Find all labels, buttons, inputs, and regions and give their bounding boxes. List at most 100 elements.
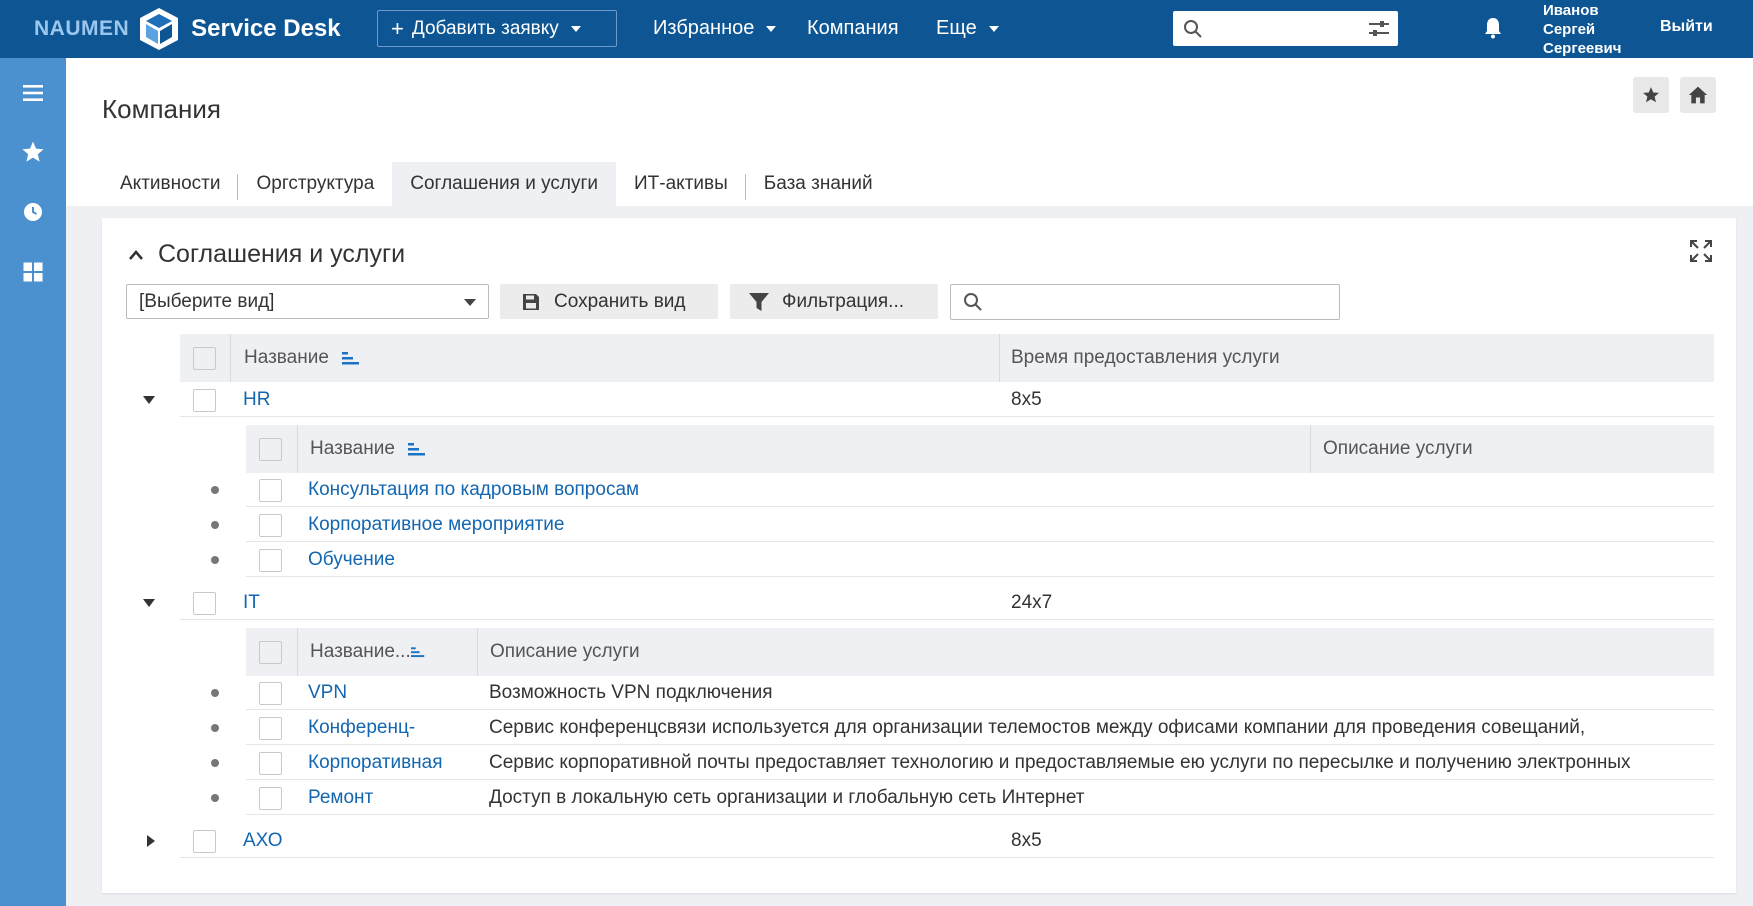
star-icon[interactable]	[21, 140, 45, 164]
tab-knowledge-base[interactable]: База знаний	[746, 162, 891, 206]
group-name-link[interactable]: IT	[243, 586, 260, 620]
nav-more[interactable]: Еще	[936, 17, 999, 40]
column-header-description[interactable]: Описание услуги	[490, 635, 640, 669]
service-description: Сервис корпоративной почты предоставляет…	[489, 752, 1631, 773]
select-all-checkbox[interactable]	[193, 347, 216, 370]
collapse-hr-toggle[interactable]	[143, 396, 155, 404]
plus-icon: +	[391, 15, 404, 41]
logo-cube-icon	[140, 8, 179, 50]
row-checkbox[interactable]	[259, 549, 282, 572]
column-header-name-label: Название	[310, 438, 395, 459]
select-all-checkbox[interactable]	[259, 641, 282, 664]
table-row: VPN Возможность VPN подключения	[246, 676, 1714, 710]
nav-company[interactable]: Компания	[807, 17, 899, 40]
floppy-disk-icon	[523, 293, 539, 310]
select-all-checkbox[interactable]	[259, 438, 282, 461]
tab-it-assets[interactable]: ИТ-активы	[616, 162, 746, 206]
global-search-input[interactable]	[1173, 11, 1398, 46]
service-name-link[interactable]: VPN	[308, 676, 473, 710]
table-row: Консультация по кадровым вопросам	[246, 473, 1714, 507]
group-name-link[interactable]: АХО	[243, 824, 283, 858]
column-header-name[interactable]: Название...	[310, 635, 425, 669]
home-button[interactable]	[1680, 77, 1716, 113]
view-select-value: [Выберите вид]	[139, 291, 275, 312]
top-bar: NAUMEN Service Desk + Добавить заявку Из…	[0, 0, 1753, 58]
nav-company-label: Компания	[807, 17, 899, 39]
logo[interactable]: NAUMEN Service Desk	[34, 4, 341, 54]
search-icon	[1184, 20, 1202, 38]
tab-agreements-services[interactable]: Соглашения и услуги	[392, 162, 617, 206]
bullet-icon	[211, 794, 219, 802]
sub-table-header: Название Описание услуги	[246, 425, 1714, 473]
save-view-label: Сохранить вид	[554, 290, 686, 312]
column-header-name-label: Название	[244, 347, 329, 368]
service-name-link[interactable]: Ремонт	[308, 781, 473, 815]
bullet-icon	[211, 556, 219, 564]
bullet-icon	[211, 689, 219, 697]
panel-header[interactable]: Соглашения и услуги	[128, 240, 405, 269]
chevron-up-icon[interactable]	[128, 249, 144, 261]
tab-activities[interactable]: Активности	[102, 162, 239, 206]
add-request-button[interactable]: + Добавить заявку	[377, 10, 617, 47]
clock-icon[interactable]	[21, 200, 45, 224]
nav-more-label: Еще	[936, 17, 977, 39]
table-row: Обучение	[246, 543, 1714, 577]
service-name-link[interactable]: Корпоративное мероприятие	[308, 508, 565, 542]
column-header-name[interactable]: Название	[244, 341, 360, 375]
save-view-button[interactable]: Сохранить вид	[500, 284, 718, 319]
fullscreen-icon[interactable]	[1690, 240, 1712, 262]
view-select[interactable]: [Выберите вид]	[126, 284, 489, 319]
sort-icon[interactable]	[408, 441, 426, 457]
sort-icon[interactable]	[342, 350, 360, 366]
service-description: Доступ в локальную сеть организации и гл…	[489, 787, 1085, 808]
filter-button[interactable]: Фильтрация...	[730, 284, 938, 319]
column-separator	[477, 628, 478, 676]
table-row: АХО 8x5	[180, 824, 1714, 858]
filter-label: Фильтрация...	[782, 290, 905, 312]
row-checkbox[interactable]	[259, 787, 282, 810]
add-to-favorites-button[interactable]	[1633, 77, 1669, 113]
row-checkbox[interactable]	[259, 514, 282, 537]
service-name-link[interactable]: Конференц-	[308, 711, 473, 745]
expand-axo-toggle[interactable]	[147, 835, 155, 847]
group-name-link[interactable]: HR	[243, 383, 270, 417]
row-checkbox[interactable]	[193, 389, 216, 412]
column-header-description[interactable]: Описание услуги	[1323, 432, 1473, 466]
user-name[interactable]: Иванов Сергей Сергеевич	[1543, 1, 1621, 58]
row-checkbox[interactable]	[193, 592, 216, 615]
row-checkbox[interactable]	[259, 752, 282, 775]
menu-icon[interactable]	[21, 81, 45, 105]
collapse-it-toggle[interactable]	[143, 599, 155, 607]
table-row: Корпоративная Сервис корпоративной почты…	[246, 746, 1714, 780]
service-name-link[interactable]: Обучение	[308, 543, 395, 577]
star-icon	[1643, 87, 1659, 103]
bell-icon[interactable]	[1484, 17, 1502, 39]
user-middle-name: Сергеевич	[1543, 40, 1622, 57]
bullet-icon	[211, 486, 219, 494]
row-checkbox[interactable]	[259, 682, 282, 705]
service-description: Сервис конференцсвязи используется для о…	[489, 717, 1586, 738]
user-last-name: Иванов	[1543, 2, 1599, 19]
logo-naumen-text: NAUMEN	[34, 17, 130, 40]
nav-favorites-label: Избранное	[653, 17, 755, 39]
column-header-name[interactable]: Название	[310, 432, 426, 466]
bullet-icon	[211, 521, 219, 529]
tab-org-structure[interactable]: Оргструктура	[238, 162, 392, 206]
row-checkbox[interactable]	[193, 830, 216, 853]
panel-title: Соглашения и услуги	[158, 240, 406, 268]
service-name-link[interactable]: Консультация по кадровым вопросам	[308, 473, 639, 507]
nav-favorites[interactable]: Избранное	[653, 17, 777, 40]
logout-button[interactable]: Выйти	[1660, 18, 1713, 36]
row-checkbox[interactable]	[259, 717, 282, 740]
column-header-service-time[interactable]: Время предоставления услуги	[1011, 341, 1280, 375]
row-checkbox[interactable]	[259, 479, 282, 502]
dashboard-icon[interactable]	[21, 260, 45, 284]
column-separator	[230, 334, 231, 382]
filter-settings-icon[interactable]	[1368, 19, 1390, 39]
column-separator	[999, 334, 1000, 382]
sub-table-header: Название... Описание услуги	[246, 628, 1714, 676]
sort-icon[interactable]	[410, 644, 425, 660]
service-name-link[interactable]: Корпоративная	[308, 746, 473, 780]
bullet-icon	[211, 724, 219, 732]
panel-search-input[interactable]	[950, 284, 1340, 320]
